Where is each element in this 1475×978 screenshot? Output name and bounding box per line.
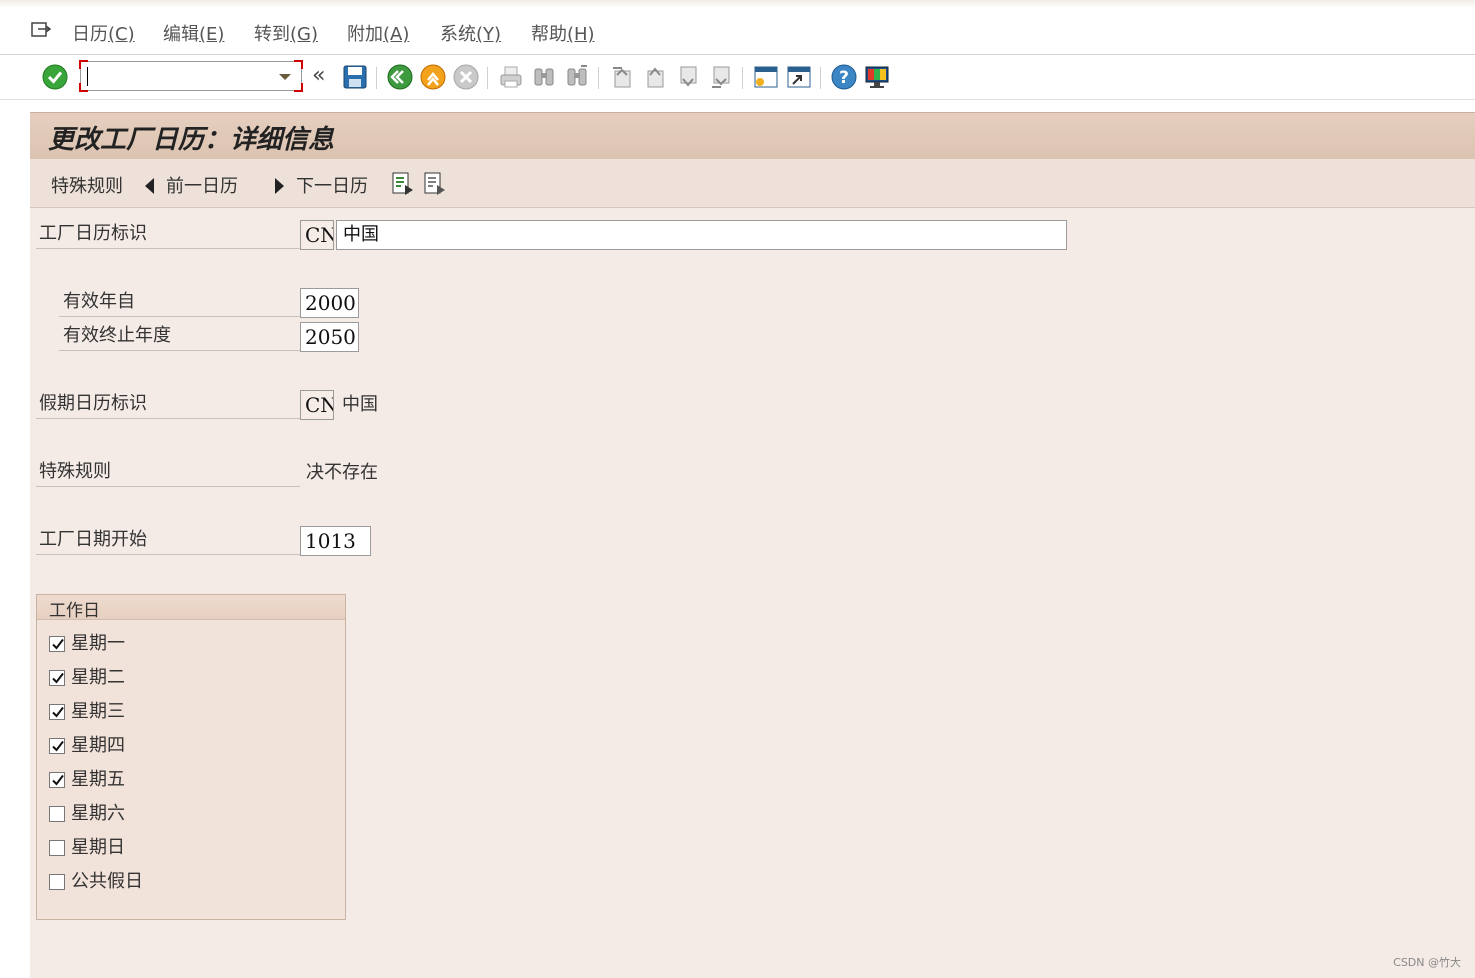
workday-checkbox[interactable] bbox=[49, 840, 65, 856]
title-bar: 更改工厂日历：详细信息 bbox=[30, 112, 1475, 160]
workday-label: 星期二 bbox=[71, 667, 125, 688]
valid-from-field[interactable]: 2000 bbox=[300, 288, 359, 318]
valid-to-field[interactable]: 2050 bbox=[300, 322, 359, 352]
checkmark-icon bbox=[52, 774, 64, 786]
menu-goto[interactable]: 转到(G) bbox=[254, 20, 318, 46]
find-icon[interactable] bbox=[530, 63, 558, 91]
factory-calendar-id-field[interactable]: CN bbox=[300, 220, 334, 250]
workday-checkbox[interactable] bbox=[49, 874, 65, 890]
valid-from-label: 有效年自 bbox=[59, 289, 300, 317]
next-calendar-button[interactable]: 下一日历 bbox=[275, 172, 368, 198]
triangle-left-icon bbox=[145, 178, 154, 194]
create-session-icon[interactable] bbox=[752, 63, 780, 91]
special-rules-label: 特殊规则 bbox=[36, 459, 300, 487]
next-page-icon[interactable] bbox=[674, 63, 702, 91]
document-list-icon[interactable] bbox=[423, 171, 447, 197]
document-arrow-icon[interactable] bbox=[391, 171, 415, 197]
workday-label: 星期三 bbox=[71, 701, 125, 722]
checkmark-icon bbox=[52, 706, 64, 718]
standard-toolbar: « ? bbox=[0, 55, 1475, 100]
watermark: CSDN @竹大 bbox=[1393, 956, 1461, 969]
workday-label: 星期六 bbox=[71, 803, 125, 824]
cancel-icon[interactable] bbox=[452, 63, 480, 91]
factory-date-start-label: 工厂日期开始 bbox=[36, 527, 300, 555]
workday-label: 星期四 bbox=[71, 735, 125, 756]
menu-calendar[interactable]: 日历(C) bbox=[72, 20, 135, 46]
menu-system[interactable]: 系统(Y) bbox=[440, 20, 501, 46]
special-rules-button[interactable]: 特殊规则 bbox=[51, 172, 123, 198]
application-toolbar: 特殊规则 前一日历 下一日历 bbox=[30, 159, 1475, 208]
checkmark-icon bbox=[52, 740, 64, 752]
shortcut-icon[interactable] bbox=[785, 63, 813, 91]
previous-page-icon[interactable] bbox=[641, 63, 669, 91]
command-field[interactable] bbox=[79, 60, 303, 92]
menu-bar: 日历(C) 编辑(E) 转到(G) 附加(A) 系统(Y) 帮助(H) bbox=[0, 0, 1475, 55]
menu-help[interactable]: 帮助(H) bbox=[531, 20, 595, 46]
save-icon[interactable] bbox=[341, 63, 369, 91]
customize-layout-icon[interactable] bbox=[863, 63, 891, 91]
menu-icon[interactable] bbox=[30, 20, 54, 40]
factory-calendar-desc-field[interactable]: 中国 bbox=[336, 220, 1067, 250]
help-icon[interactable]: ? bbox=[830, 63, 858, 91]
previous-calendar-button[interactable]: 前一日历 bbox=[145, 172, 238, 198]
holiday-calendar-label: 假期日历标识 bbox=[36, 391, 300, 419]
collapse-command-icon[interactable]: « bbox=[312, 63, 325, 88]
workday-checkbox[interactable] bbox=[49, 636, 65, 652]
last-page-icon[interactable] bbox=[707, 63, 735, 91]
workdays-group: 工作日 星期一星期二星期三星期四星期五星期六星期日公共假日 bbox=[36, 594, 346, 920]
workday-label: 星期五 bbox=[71, 769, 125, 790]
workday-label: 公共假日 bbox=[71, 871, 143, 892]
svg-text:?: ? bbox=[839, 68, 849, 88]
workdays-group-title: 工作日 bbox=[37, 595, 345, 621]
workday-checkbox[interactable] bbox=[49, 738, 65, 754]
exit-icon[interactable] bbox=[419, 63, 447, 91]
workday-label: 星期日 bbox=[71, 837, 125, 858]
factory-calendar-label: 工厂日历标识 bbox=[36, 221, 300, 249]
valid-to-label: 有效终止年度 bbox=[59, 323, 300, 351]
page-title: 更改工厂日历：详细信息 bbox=[48, 125, 335, 155]
enter-check-icon[interactable] bbox=[41, 63, 69, 91]
checkmark-icon bbox=[52, 638, 64, 650]
special-rules-value: 决不存在 bbox=[306, 462, 378, 483]
menu-edit[interactable]: 编辑(E) bbox=[163, 20, 224, 46]
holiday-calendar-desc: 中国 bbox=[342, 394, 378, 415]
workday-checkbox[interactable] bbox=[49, 772, 65, 788]
print-icon[interactable] bbox=[497, 63, 525, 91]
workday-checkbox[interactable] bbox=[49, 670, 65, 686]
workday-checkbox[interactable] bbox=[49, 806, 65, 822]
find-next-icon[interactable] bbox=[563, 63, 591, 91]
holiday-calendar-id-field[interactable]: CN bbox=[300, 390, 334, 420]
workday-label: 星期一 bbox=[71, 633, 125, 654]
main-area: 更改工厂日历：详细信息 特殊规则 前一日历 下一日历 工厂日历标识 CN 中国 … bbox=[30, 112, 1475, 978]
factory-date-start-field[interactable]: 1013 bbox=[300, 526, 371, 556]
back-icon[interactable] bbox=[386, 63, 414, 91]
first-page-icon[interactable] bbox=[608, 63, 636, 91]
workday-checkbox[interactable] bbox=[49, 704, 65, 720]
command-dropdown-icon[interactable] bbox=[279, 74, 291, 80]
menu-extras[interactable]: 附加(A) bbox=[347, 20, 409, 46]
triangle-right-icon bbox=[275, 178, 284, 194]
checkmark-icon bbox=[52, 672, 64, 684]
